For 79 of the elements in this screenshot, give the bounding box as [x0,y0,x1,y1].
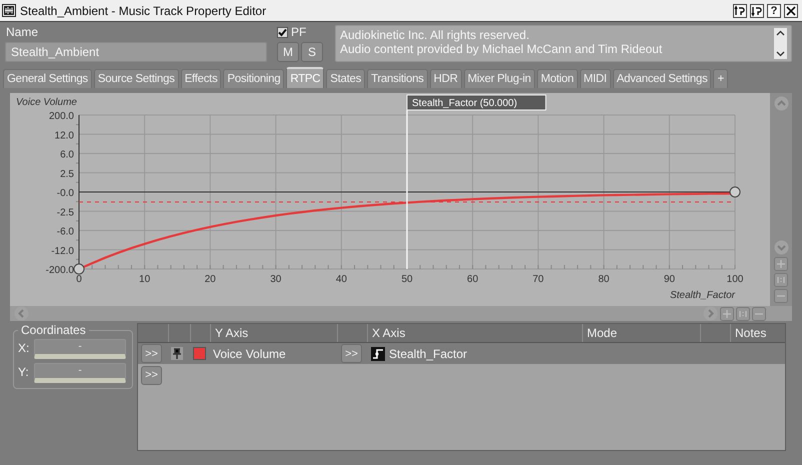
x-tick-label: 20 [204,274,216,285]
y-tick-label: -2.5 [56,207,74,218]
tab[interactable]: HDR [430,69,462,88]
scroll-up-icon[interactable] [776,30,785,36]
scroll-down-icon[interactable] [776,51,785,57]
y-tick-label: -200.0 [46,265,74,276]
coordinate-label: Y: [18,364,30,379]
help-button[interactable]: ? [767,4,781,18]
zoom-out-icon[interactable] [752,306,766,320]
tab[interactable]: MIDI [580,69,611,88]
zoom-out-icon[interactable] [774,289,788,303]
tab[interactable]: Source Settings [94,69,179,88]
x-tick-label: 0 [76,274,82,285]
y-tick-label: 200.0 [48,111,74,122]
coordinate-field[interactable]: - [34,363,126,383]
column-header: Mode [583,324,701,342]
cursor-line[interactable] [406,110,408,269]
solo-button[interactable]: S [301,42,323,62]
coordinates-title: Coordinates [20,323,87,337]
x-tick-label: 100 [726,274,744,285]
close-icon[interactable] [784,4,798,18]
mute-button[interactable]: M [277,42,299,62]
pin-up-icon[interactable] [733,4,747,18]
y-tick-label: 2.5 [60,168,74,180]
x-tick-label: 10 [139,274,150,285]
y-axis-label: Voice Volume [16,97,77,108]
scroll-left-icon[interactable] [14,306,29,321]
notes-line: Audiokinetic Inc. All rights reserved. [340,28,530,42]
table-cell-text: Voice Volume [212,346,287,360]
cursor-label: Stealth_Factor (50.000) [406,94,546,110]
column-header: Y Axis [211,324,338,342]
column-header: Notes [734,325,768,342]
x-tick-label: 60 [467,274,478,285]
name-label: Name [5,25,40,39]
y-tick-label: -6.0 [56,226,74,238]
table-cell: Stealth_Factor [389,346,468,360]
pin-down-icon[interactable] [750,4,764,18]
x-tick-label: 70 [532,274,544,285]
tab[interactable]: Mixer Plug-in [464,69,535,88]
pin-icon[interactable] [171,347,183,360]
x-tick-label: 90 [664,274,675,285]
x-tick-label: 80 [598,274,610,285]
notes-field[interactable]: Audiokinetic Inc. All rights reserved. Audio content provided by Michael McCann and Tim Rideout [335,25,792,62]
y-tick-label: 12.0 [54,130,74,142]
tab[interactable]: RTPC [286,67,324,88]
y-tick-label: -0.0 [56,188,74,199]
y-tick-label: -12.0 [51,246,74,257]
coordinate-label: X: [18,340,30,355]
expand-button[interactable]: >> [141,344,162,363]
x-tick-label: 40 [336,274,347,285]
tab[interactable]: Effects [180,69,222,88]
add-row-button[interactable]: >> [141,366,162,384]
fit-icon[interactable] [774,273,788,287]
zoom-in-icon[interactable] [774,257,788,271]
window-title: Stealth_Ambient - Music Track Property Editor [20,4,268,18]
coordinate-field[interactable]: - [34,339,126,359]
pf-checkbox[interactable] [277,26,288,38]
x-tick-label: 30 [270,274,282,285]
tab[interactable]: Motion [536,69,578,88]
expand-button[interactable]: >> [341,344,362,363]
x-axis-label: Stealth_Factor [670,290,735,301]
tab[interactable]: + [713,69,728,88]
pf-label: PF [291,25,306,39]
zoom-in-icon[interactable] [720,306,734,320]
tab[interactable]: States [326,69,366,88]
x-tick-label: 50 [401,274,413,285]
tab[interactable]: Advanced Settings [612,69,712,88]
notes-line: Audio content provided by Michael McCann and Tim Rideout [340,42,664,56]
scroll-right-icon[interactable] [703,306,718,321]
name-field[interactable]: Stealth_Ambient [5,42,267,62]
curve-point-handle[interactable] [730,186,740,198]
tab[interactable]: General Settings [3,69,92,88]
curve-graph-icon [371,346,385,360]
column-header: X Axis [368,324,583,342]
y-tick-label: 6.0 [60,150,74,160]
tab[interactable]: Transitions [367,69,428,88]
fit-icon[interactable] [736,306,750,320]
tab[interactable]: Positioning [223,69,284,88]
curve-point-handle[interactable] [74,264,84,274]
